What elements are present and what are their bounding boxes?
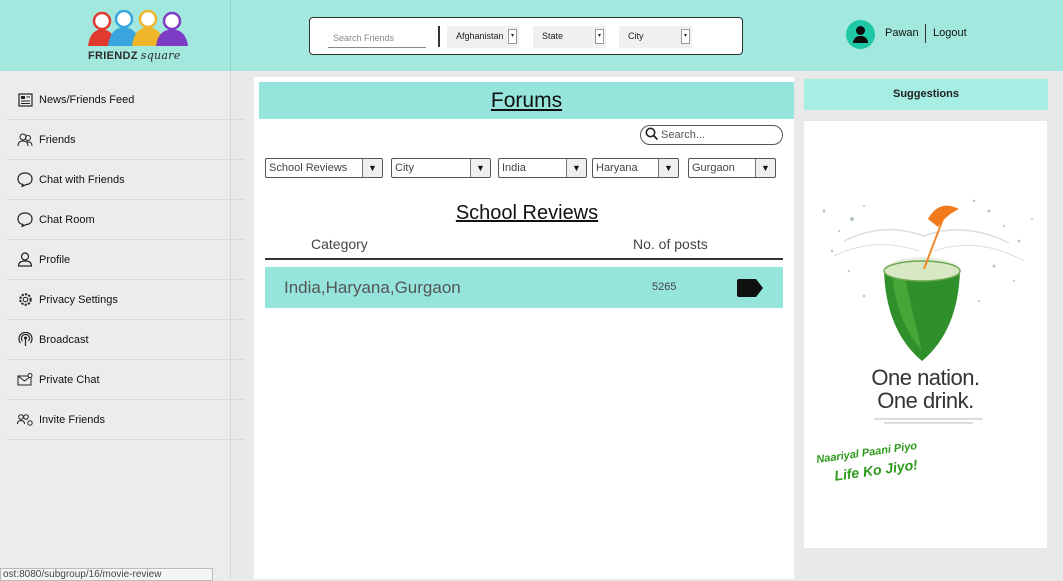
country-select-value: Afghanistan bbox=[456, 31, 504, 41]
sidebar-item-friends[interactable]: Friends bbox=[7, 120, 245, 160]
filter-value: India bbox=[502, 162, 526, 174]
people-logo-icon bbox=[88, 10, 188, 46]
dropdown-arrow-icon: ▼ bbox=[362, 159, 382, 177]
row-category: India,Haryana,Gurgaon bbox=[284, 278, 461, 297]
sidebar-item-chat-room[interactable]: Chat Room bbox=[7, 200, 245, 240]
sidebar-item-profile[interactable]: Profile bbox=[7, 240, 245, 280]
status-url-tooltip: ost:8080/subgroup/16/movie-review bbox=[0, 568, 213, 581]
filter-value: School Reviews bbox=[269, 162, 348, 174]
dropdown-arrow-icon: ▼ bbox=[470, 159, 490, 177]
filter-value: Haryana bbox=[596, 162, 638, 174]
sidebar-item-news-feed[interactable]: News/Friends Feed bbox=[7, 80, 245, 120]
dropdown-arrow-icon: ▾ bbox=[681, 29, 690, 44]
invite-icon bbox=[17, 412, 33, 428]
state-select[interactable]: State ▾ bbox=[533, 26, 606, 48]
sidebar-item-broadcast[interactable]: Broadcast bbox=[7, 320, 245, 360]
logo-text: FRIENDZ square bbox=[88, 49, 181, 62]
search-friends-input[interactable] bbox=[328, 28, 426, 48]
dropdown-arrow-icon: ▼ bbox=[755, 159, 775, 177]
city-select-value: City bbox=[628, 31, 644, 41]
user-name[interactable]: Pawan bbox=[885, 27, 919, 39]
dropdown-arrow-icon: ▼ bbox=[566, 159, 586, 177]
divider bbox=[265, 258, 783, 260]
category-filter[interactable]: School Reviews ▼ bbox=[265, 158, 383, 178]
chat-bubble-icon bbox=[17, 212, 33, 228]
friends-icon bbox=[17, 132, 33, 148]
sidebar-item-label: Private Chat bbox=[39, 373, 100, 386]
suggestions-header: Suggestions bbox=[804, 79, 1048, 110]
advertisement[interactable]: One nation. One drink. ━━━━━━━━━━━━━━━━━… bbox=[804, 121, 1047, 548]
tag-icon[interactable] bbox=[737, 279, 763, 297]
top-header: FRIENDZsquare Afghanistan ▾ State ▾ City… bbox=[0, 0, 1063, 71]
broadcast-icon bbox=[17, 332, 33, 348]
row-post-count: 5265 bbox=[652, 281, 677, 293]
gear-icon bbox=[17, 292, 33, 308]
filter-value: Gurgaon bbox=[692, 162, 735, 174]
divider bbox=[438, 26, 440, 47]
sidebar-item-label: Broadcast bbox=[39, 333, 89, 346]
coconut-drink-image bbox=[822, 199, 1033, 361]
filter-value: City bbox=[395, 162, 414, 174]
ad-headline-2: One drink. bbox=[877, 388, 974, 413]
chat-bubble-icon bbox=[17, 172, 33, 188]
sidebar-item-privacy-settings[interactable]: Privacy Settings bbox=[7, 280, 245, 320]
sidebar-item-label: Profile bbox=[39, 253, 71, 266]
city-filter[interactable]: City ▼ bbox=[391, 158, 491, 178]
city-name-filter[interactable]: Gurgaon ▼ bbox=[688, 158, 776, 178]
country-select[interactable]: Afghanistan ▾ bbox=[447, 26, 519, 48]
search-bar: Afghanistan ▾ State ▾ City ▾ bbox=[309, 17, 743, 55]
dropdown-arrow-icon: ▾ bbox=[508, 29, 517, 44]
sidebar: News/Friends Feed Friends Chat with Frie… bbox=[0, 71, 245, 579]
main-content: Forums Search... School Reviews ▼ City ▼… bbox=[254, 77, 794, 579]
page-title: Forums bbox=[490, 89, 563, 112]
ad-fine-print: ━━━━━━━━━━━━━━━━━━━━━━━━━━━━━━━━━━━━━━━━… bbox=[874, 417, 983, 425]
sidebar-item-label: Friends bbox=[39, 133, 76, 146]
logout-link[interactable]: Logout bbox=[933, 27, 967, 39]
column-header-posts: No. of posts bbox=[633, 236, 708, 252]
sidebar-item-label: Chat with Friends bbox=[39, 173, 125, 186]
dropdown-arrow-icon: ▼ bbox=[658, 159, 678, 177]
envelope-icon bbox=[17, 372, 33, 388]
column-header-category: Category bbox=[311, 236, 368, 252]
sidebar-item-label: News/Friends Feed bbox=[39, 93, 135, 106]
forums-header: Forums bbox=[259, 82, 794, 119]
state-filter[interactable]: Haryana ▼ bbox=[592, 158, 679, 178]
sidebar-item-label: Invite Friends bbox=[39, 413, 106, 426]
section-title: School Reviews bbox=[455, 202, 599, 224]
sidebar-item-label: Privacy Settings bbox=[39, 293, 118, 306]
avatar[interactable] bbox=[846, 20, 875, 49]
country-filter[interactable]: India ▼ bbox=[498, 158, 587, 178]
sidebar-item-chat-with-friends[interactable]: Chat with Friends bbox=[7, 160, 245, 200]
dropdown-arrow-icon: ▾ bbox=[595, 29, 604, 44]
logo[interactable]: FRIENDZ square bbox=[0, 0, 231, 71]
search-icon bbox=[645, 127, 659, 143]
table-row[interactable]: India,Haryana,Gurgaon 5265 bbox=[265, 267, 783, 308]
forum-search-input[interactable]: Search... bbox=[640, 125, 783, 145]
city-select[interactable]: City ▾ bbox=[619, 26, 692, 48]
sidebar-item-label: Chat Room bbox=[39, 213, 95, 226]
newspaper-icon bbox=[17, 92, 33, 108]
logo-brand: FRIENDZ bbox=[88, 50, 138, 62]
state-select-value: State bbox=[542, 31, 564, 41]
person-icon bbox=[17, 252, 33, 268]
search-placeholder: Search... bbox=[661, 129, 706, 141]
logo-suffix: square bbox=[140, 49, 181, 62]
sidebar-item-invite-friends[interactable]: Invite Friends bbox=[7, 400, 245, 440]
sidebar-item-private-chat[interactable]: Private Chat bbox=[7, 360, 245, 400]
divider bbox=[925, 24, 926, 43]
